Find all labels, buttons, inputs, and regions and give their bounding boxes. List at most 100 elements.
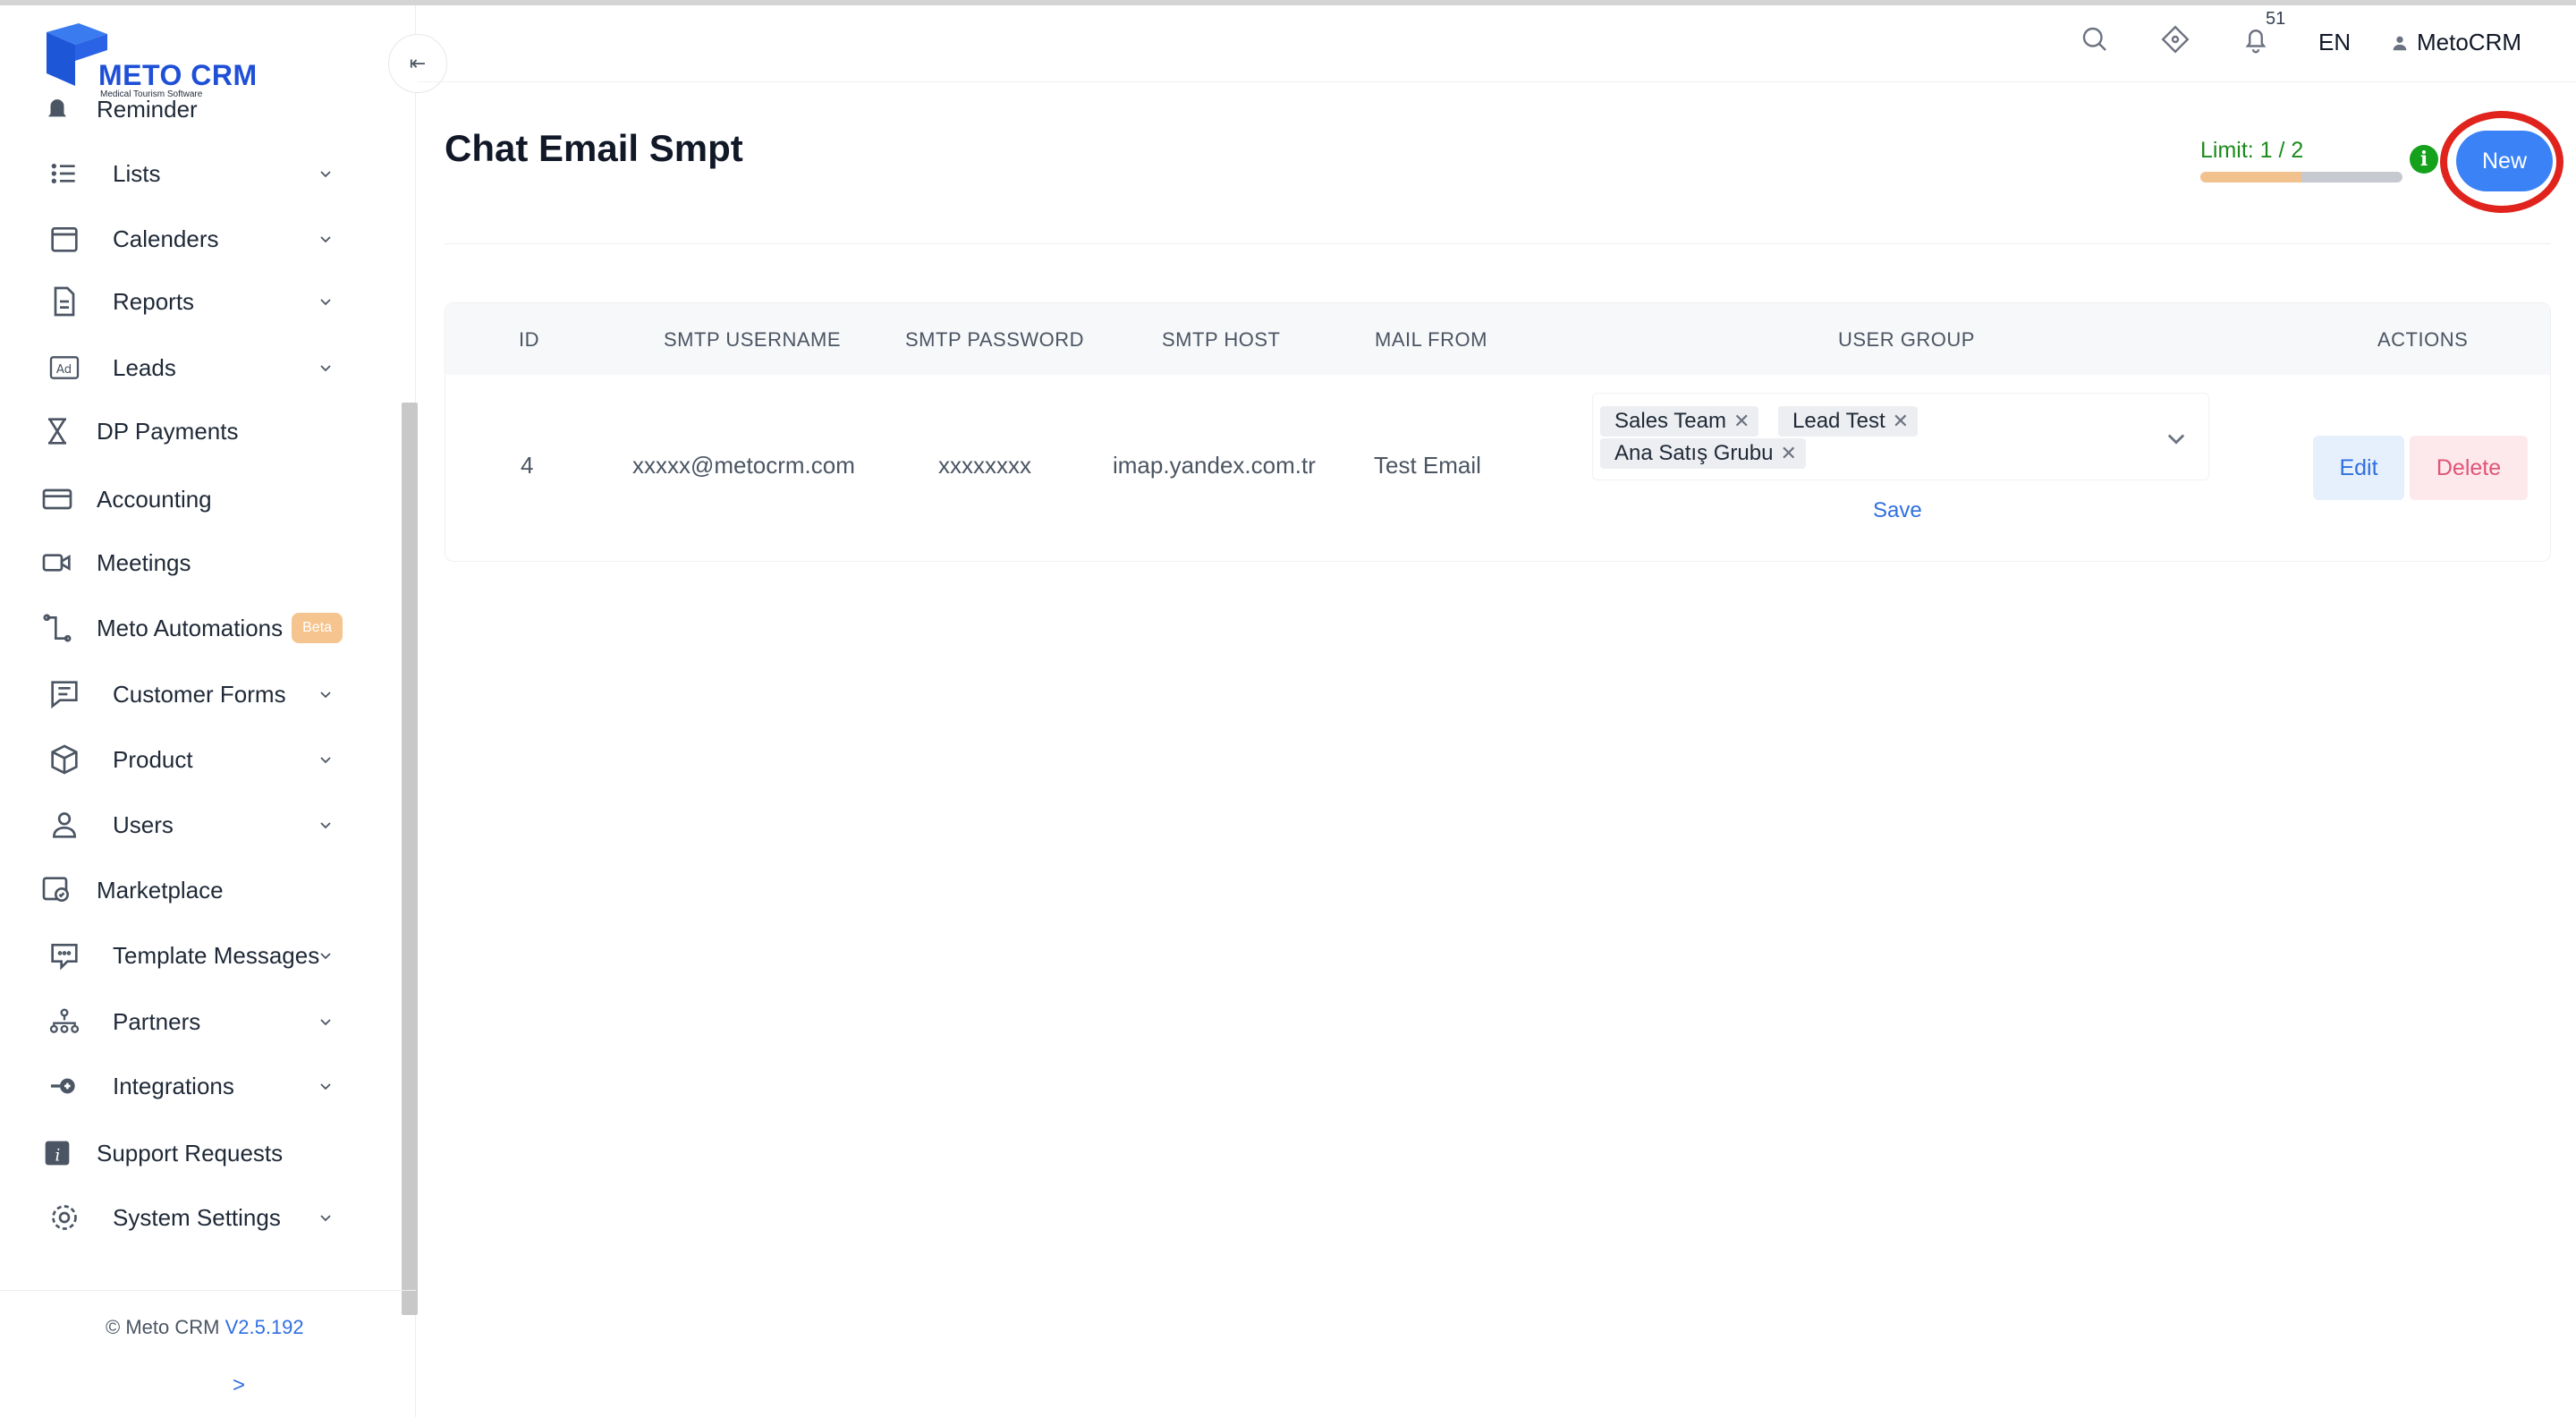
sidebar-item-integrations[interactable]: Integrations: [39, 1059, 361, 1113]
chevron-down-icon: [320, 692, 331, 699]
sidebar-item-label: Marketplace: [97, 876, 224, 904]
list-icon: [51, 163, 75, 184]
user-name: MetoCRM: [2417, 29, 2522, 55]
delete-button[interactable]: Delete: [2410, 436, 2528, 500]
chevron-down-icon: [320, 365, 331, 372]
chevron-down-icon: [320, 299, 331, 306]
chevron-down-icon: [320, 822, 331, 829]
sidebar-item-label: Leads: [113, 353, 176, 381]
sidebar-item-label: Meto Automations: [97, 614, 284, 641]
limit-label: Limit: 1 / 2: [2200, 138, 2304, 163]
calendar-icon: [51, 226, 78, 252]
sidebar-item-meetings[interactable]: Meetings: [39, 536, 361, 590]
user-group-select[interactable]: Sales Team ✕ Lead Test ✕ Ana Satış Grubu ✕: [1592, 393, 2209, 480]
remove-tag-icon[interactable]: ✕: [1893, 410, 1909, 433]
column-header-smtp-password: SMTP PASSWORD: [905, 328, 1085, 351]
save-user-group-link[interactable]: Save: [1873, 498, 1922, 523]
copyright-text: © Meto CRM: [106, 1316, 220, 1338]
smtp-table: ID SMTP USERNAME SMTP PASSWORD SMTP HOST…: [445, 302, 2551, 562]
chevron-down-icon: [320, 1019, 331, 1026]
logo[interactable]: METO CRM Medical Tourism Software: [43, 18, 293, 99]
sidebar-item-support-requests[interactable]: i Support Requests: [39, 1126, 361, 1180]
sidebar-item-meto-automations[interactable]: Meto Automations Beta: [39, 601, 361, 655]
expand-footer-button[interactable]: >: [233, 1373, 245, 1398]
limit-progress-fill: [2200, 172, 2301, 182]
box-icon: [51, 744, 78, 775]
sidebar-item-system-settings[interactable]: System Settings: [39, 1191, 361, 1244]
cell-mail-from: Test Email: [1374, 452, 1481, 479]
copyright: © Meto CRM V2.5.192: [106, 1316, 304, 1339]
chevron-down-icon[interactable]: [2164, 426, 2189, 451]
cell-smtp-host: imap.yandex.com.tr: [1113, 452, 1316, 479]
beta-badge: Beta: [292, 613, 343, 643]
sidebar-footer: © Meto CRM V2.5.192 >: [0, 1290, 416, 1417]
chevron-down-icon: [320, 236, 331, 243]
sidebar-item-reminder[interactable]: Reminder: [39, 91, 361, 127]
sidebar-item-label: Reports: [113, 287, 195, 315]
limit-progress-bar: [2200, 172, 2402, 182]
sidebar-item-accounting[interactable]: Accounting: [39, 472, 361, 526]
remove-tag-icon[interactable]: ✕: [1780, 442, 1796, 465]
sidebar-scrollbar[interactable]: [402, 403, 418, 1315]
table-header: ID SMTP USERNAME SMTP PASSWORD SMTP HOST…: [445, 303, 2550, 375]
column-header-actions: ACTIONS: [2377, 328, 2469, 351]
sidebar-item-lists[interactable]: Lists: [39, 147, 361, 200]
sidebar-item-template-messages[interactable]: Template Messages: [39, 929, 361, 982]
sidebar-item-dp-payments[interactable]: DP Payments: [39, 404, 361, 458]
document-icon: [54, 286, 75, 317]
sidebar-item-calenders[interactable]: Calenders: [39, 212, 361, 266]
user-icon: [2393, 36, 2407, 50]
info-square-icon: i: [45, 1141, 70, 1166]
sidebar-item-customer-forms[interactable]: Customer Forms: [39, 667, 361, 721]
sidebar-item-label: Customer Forms: [113, 680, 286, 708]
sidebar-item-label: Partners: [113, 1007, 201, 1035]
user-icon: [52, 812, 77, 838]
sidebar-item-reports[interactable]: Reports: [39, 275, 361, 328]
language-selector[interactable]: EN: [2318, 29, 2351, 56]
sidebar-item-partners[interactable]: Partners: [39, 995, 361, 1048]
gear-icon: [52, 1205, 77, 1230]
cell-smtp-password: xxxxxxxx: [938, 452, 1031, 479]
partners-icon: [49, 1008, 80, 1033]
store-icon: [42, 877, 69, 902]
card-icon: [42, 488, 72, 510]
sidebar-item-users[interactable]: Users: [39, 798, 361, 852]
search-icon[interactable]: [2079, 23, 2111, 55]
column-header-mail-from: MAIL FROM: [1375, 328, 1487, 351]
sidebar-item-label: Meetings: [97, 548, 191, 576]
sidebar-item-label: Users: [113, 810, 174, 838]
cell-id: 4: [521, 452, 534, 479]
remove-tag-icon[interactable]: ✕: [1733, 410, 1750, 433]
diamond-icon[interactable]: [2159, 23, 2191, 55]
sidebar-item-label: Reminder: [97, 95, 198, 123]
version-link[interactable]: V2.5.192: [225, 1316, 304, 1338]
user-group-tag: Ana Satış Grubu ✕: [1600, 438, 1806, 469]
sidebar-item-label: Lists: [113, 159, 161, 187]
tag-label: Lead Test: [1792, 409, 1885, 433]
chevron-down-icon: [320, 953, 331, 960]
chevron-down-icon: [320, 171, 331, 178]
message-icon: [51, 944, 78, 971]
column-header-id: ID: [519, 328, 539, 351]
user-menu[interactable]: MetoCRM: [2390, 29, 2521, 56]
column-header-smtp-username: SMTP USERNAME: [664, 328, 842, 351]
sidebar-item-label: System Settings: [113, 1203, 281, 1231]
svg-text:i: i: [55, 1146, 61, 1165]
hourglass-icon: [48, 418, 66, 445]
edit-button[interactable]: Edit: [2313, 436, 2404, 500]
new-button[interactable]: New: [2456, 131, 2553, 191]
tag-label: Sales Team: [1614, 409, 1726, 433]
info-icon[interactable]: i: [2410, 145, 2438, 174]
page-title: Chat Email Smpt: [445, 127, 743, 169]
sidebar-item-label: Template Messages: [113, 941, 320, 969]
sidebar-item-marketplace[interactable]: Marketplace: [39, 863, 361, 917]
divider: [445, 243, 2551, 244]
sidebar-item-label: Support Requests: [97, 1139, 284, 1167]
sidebar-item-label: DP Payments: [97, 417, 239, 445]
notification-count: 51: [2266, 9, 2286, 29]
sidebar-item-leads[interactable]: Ad Leads: [39, 341, 361, 395]
bell-icon: [48, 99, 66, 117]
chevron-down-icon: [320, 757, 331, 764]
sidebar-item-product[interactable]: Product: [39, 733, 361, 786]
tag-label: Ana Satış Grubu: [1614, 441, 1774, 465]
